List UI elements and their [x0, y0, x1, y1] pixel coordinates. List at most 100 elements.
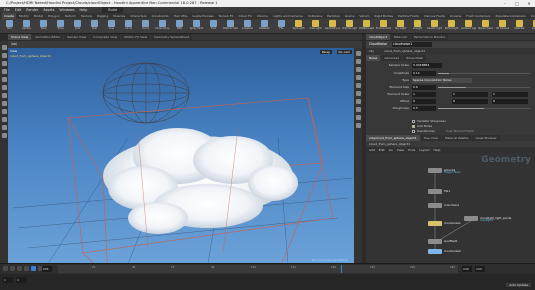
shelf-tool-spot-light[interactable]: Spot Light [291, 20, 306, 33]
shelf-tool-environment-light[interactable]: Environment Light [376, 20, 391, 33]
element-size-field[interactable]: 0.6 [412, 85, 436, 90]
sample-scale-field[interactable]: 0.0048884 [412, 63, 442, 68]
shelf-tool-tube[interactable]: Tube [36, 20, 51, 33]
shelf-tool-null[interactable]: Null [87, 20, 102, 33]
shelf-tool-caustic-light[interactable]: Caustic Light [427, 20, 442, 33]
grid-icon[interactable] [355, 115, 361, 120]
shelf-tool-stereo-camera[interactable]: Stereo Camera [478, 20, 493, 33]
shelf-tool-camera[interactable]: Camera [529, 20, 535, 33]
network-node-cloudlight-light-points[interactable] [464, 216, 478, 221]
tab-scene-view[interactable]: Scene View [8, 34, 32, 40]
shelf-tool-ambient-light[interactable]: Ambient Light [461, 20, 476, 33]
tab-advanced[interactable]: Advanced [381, 55, 403, 61]
params-path-node[interactable]: cloud_from_sphere_object1 [384, 48, 425, 54]
shelf-tool-torus[interactable]: Torus [53, 20, 68, 33]
shelf-tool-spray-paint[interactable]: Spray Paint [189, 20, 204, 33]
lighting-icon[interactable] [355, 75, 361, 80]
pivot-icon[interactable] [1, 117, 7, 122]
global-start-field[interactable]: 1 [16, 277, 26, 283]
play-icon[interactable] [31, 266, 36, 271]
offset-field[interactable]: 0 [412, 99, 436, 104]
shelf-tool-draw-curve[interactable]: Draw Curve [155, 20, 170, 33]
shelf-tool-box[interactable]: Box [2, 20, 17, 33]
network-editor[interactable]: cloud_from_sphere_object1 Add Edit Go View T… [366, 141, 535, 263]
roughness-slider[interactable] [438, 108, 530, 109]
offset-field-2[interactable]: 0 [452, 99, 488, 104]
tab-performance-monitor[interactable]: Performance Monitor [410, 34, 449, 40]
points-icon[interactable] [355, 91, 361, 96]
shelf-tool-line[interactable]: Line [104, 20, 119, 33]
shelf-tool-metaball[interactable]: Metaball [257, 20, 272, 33]
element-size-slider[interactable] [438, 87, 530, 88]
element-scale-field-3[interactable]: 1 [492, 92, 528, 97]
view-tool-icon[interactable] [1, 93, 7, 98]
offset-field-3[interactable]: 0 [492, 99, 528, 104]
network-node-mountain1[interactable] [428, 203, 442, 208]
element-scale-field-2[interactable]: 1 [452, 92, 488, 97]
shelf-tool-portal-light[interactable]: Portal Light [444, 20, 459, 33]
current-frame-marker[interactable] [341, 265, 342, 273]
wireframe-icon[interactable] [355, 59, 361, 64]
play-reverse-icon[interactable] [17, 266, 22, 271]
brush-icon[interactable] [1, 125, 7, 130]
jump-start-icon[interactable] [3, 266, 8, 271]
tab-composite-view[interactable]: Composite View [90, 34, 121, 40]
background-icon[interactable] [355, 123, 361, 128]
shelf-tool-path[interactable]: Path [172, 20, 187, 33]
move-tool-icon[interactable] [1, 53, 7, 58]
tab-cloudobject[interactable]: cloudObject [366, 34, 390, 40]
tab-render-view[interactable]: Render View [64, 34, 90, 40]
amplitude-slider[interactable] [438, 73, 530, 74]
network-node-cloudnoise2[interactable] [428, 249, 442, 254]
rotate-tool-icon[interactable] [1, 61, 7, 66]
use-normal-checkbox[interactable] [412, 130, 415, 133]
shelf-tool-geometry-light[interactable]: Geometry Light [325, 20, 340, 33]
shelf-tool-gi-light[interactable]: GI Light [410, 20, 425, 33]
ghost-icon[interactable] [355, 83, 361, 88]
tab-animation-editor[interactable]: Animation Editor [32, 34, 64, 40]
tab-geometry-spreadsheet[interactable]: Geometry Spreadsheet [151, 34, 193, 40]
render-region-icon[interactable] [1, 101, 7, 106]
shelf-tool-grid[interactable]: Grid [70, 20, 85, 33]
tab-noise-mask[interactable]: Noise Mask [403, 55, 427, 61]
tab-take-list[interactable]: Take List [390, 34, 410, 40]
scale-tool-icon[interactable] [1, 69, 7, 74]
shelf-tool-vr-camera[interactable]: VR Camera [495, 20, 510, 33]
type-menu[interactable]: Sparse Convolution Noise [412, 78, 472, 83]
select-tool-icon[interactable] [1, 45, 7, 50]
shelf-tool-l-system[interactable]: L-System [240, 20, 255, 33]
shelf-tool-font[interactable]: Font [206, 20, 221, 33]
snap-icon[interactable] [1, 109, 7, 114]
pose-tool-icon[interactable] [1, 85, 7, 90]
node-name-field[interactable]: cloudnoise1 [392, 42, 432, 47]
global-end-field[interactable]: 240 [475, 266, 485, 272]
scene-viewport[interactable]: View cloud_from_sphere_object1 Persp No … [8, 48, 354, 264]
auto-update-menu[interactable]: Auto Update [506, 283, 531, 287]
tab-noise[interactable]: Noise [366, 55, 381, 61]
network-node-file1[interactable] [428, 189, 442, 194]
shelf-tool-circle[interactable]: Circle [121, 20, 136, 33]
close-icon[interactable]: ✕ [523, 0, 535, 7]
normals-icon[interactable] [355, 99, 361, 104]
display-options-icon[interactable] [355, 51, 361, 56]
shelf-tool-sphere[interactable]: Sphere [19, 20, 34, 33]
amplitude-field[interactable]: 0.12 [412, 71, 436, 76]
shelf-tool-platonic-solids[interactable]: Platonic Solids [223, 20, 238, 33]
handle-tool-icon[interactable] [1, 77, 7, 82]
element-scale-field[interactable]: 1 [412, 92, 436, 97]
camera-icon[interactable] [355, 107, 361, 112]
shaded-icon[interactable] [355, 67, 361, 72]
shelf-tool-switcher[interactable]: Switcher [512, 20, 527, 33]
frame-ruler[interactable]: 24 48 72 96 120 144 168 192 216 240 [58, 265, 458, 273]
roughness-field[interactable]: 0.5 [412, 106, 436, 111]
viewport-path[interactable]: /obj [11, 42, 17, 46]
range-start-field[interactable]: 1 [3, 277, 13, 283]
lasso-icon[interactable] [1, 133, 7, 138]
step-back-icon[interactable] [10, 266, 15, 271]
params-path-obj[interactable]: obj [369, 48, 374, 54]
network-node-isooffset1[interactable] [428, 239, 442, 244]
shelf-tool-distant-light[interactable]: Distant Light [359, 20, 374, 33]
shelf-tool-sky-light[interactable]: Sky Light [393, 20, 408, 33]
shelf-tool-volume-light[interactable]: Volume Light [342, 20, 357, 33]
shelf-tool-area-light[interactable]: Area Light [308, 20, 323, 33]
